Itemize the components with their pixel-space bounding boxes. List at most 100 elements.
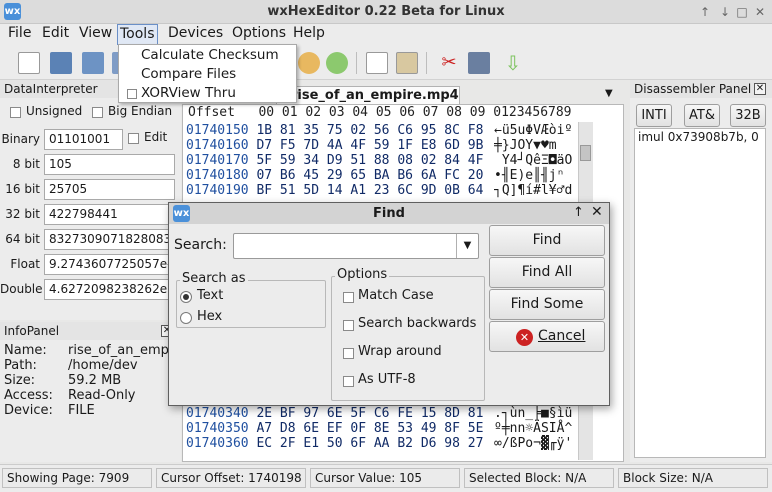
text-radio[interactable] [180, 291, 192, 303]
copy-icon[interactable] [366, 52, 388, 74]
find-button[interactable]: Find [489, 225, 605, 256]
hex-row: 01740170 5F 59 34 D9 51 88 08 02 84 4F [186, 153, 483, 168]
selected-block-status: Selected Block: N/A [464, 468, 614, 488]
cut-icon[interactable]: ✂ [438, 52, 460, 74]
name-label: Name: [4, 343, 47, 358]
toolbar-separator [426, 52, 427, 74]
menu-bar [0, 24, 772, 46]
tab-menu-icon[interactable]: ▼ [605, 88, 613, 99]
64bit-field[interactable]: 8327309071828083 [44, 229, 175, 250]
menu-view[interactable]: View [77, 24, 114, 45]
find-all-button[interactable]: Find All [489, 257, 605, 288]
hex-scrollbar-thumb[interactable] [580, 145, 591, 161]
32bit-field[interactable]: 422798441 [44, 204, 175, 225]
binary-field[interactable]: 01101001 [44, 129, 123, 150]
float-field[interactable]: 9.2743607725057e-2 [44, 254, 175, 275]
search-backwards-checkbox[interactable] [343, 320, 354, 331]
text-cell[interactable]: •╢E)e║╢jⁿ [494, 168, 576, 183]
hex-bytes[interactable]: 5F 59 34 D9 51 88 08 02 84 4F [256, 153, 483, 168]
text-cell[interactable]: Y4┘QêΞ◘äO [494, 153, 576, 168]
search-as-title: Search as [180, 271, 248, 286]
big-endian-checkbox[interactable] [92, 107, 103, 118]
text-cell[interactable]: ┐Q]¶í#l¥♂d [494, 183, 576, 198]
info-values: rise_of_an_empi /home/dev 59.2 MB Read-O… [68, 343, 176, 418]
as-utf8-checkbox[interactable] [343, 376, 354, 387]
att-button[interactable]: AT& [684, 104, 720, 127]
undo-icon[interactable] [298, 52, 320, 74]
device-value: FILE [68, 403, 95, 418]
name-value: rise_of_an_empi [68, 343, 173, 358]
hex-bytes[interactable]: EC 2F E1 50 6F AA B2 D6 98 27 [256, 436, 483, 451]
hex-offset: 01740190 [186, 183, 249, 198]
16bit-field[interactable]: 25705 [44, 179, 175, 200]
menu-edit[interactable]: Edit [40, 24, 71, 45]
hex-bytes[interactable]: D7 F5 7D 4A 4F 59 1F E8 6D 9B [256, 138, 483, 153]
text-cell[interactable]: .┐ùn_╞■§ìü [494, 406, 576, 421]
hex-radio-label: Hex [197, 309, 223, 324]
save-file-icon[interactable] [82, 52, 104, 74]
hex-bytes[interactable]: 1B 81 35 75 02 56 C6 95 8C F8 [256, 123, 483, 138]
dialog-up-icon[interactable]: ↑ [573, 205, 584, 220]
text-cell[interactable]: ∞/ßPo¬▓╓ÿ' [494, 436, 576, 451]
maximize-icon[interactable]: □ [734, 4, 750, 20]
hex-radio[interactable] [180, 312, 192, 324]
compare-files-item[interactable]: Compare Files [141, 65, 236, 84]
double-label: Double [0, 282, 43, 296]
new-file-icon[interactable] [18, 52, 40, 74]
disassembler-title: Disassembler Panel [630, 80, 772, 98]
menu-devices[interactable]: Devices [166, 24, 225, 45]
64bit-label: 64 bit [5, 232, 40, 246]
32bit-label: 32 bit [5, 207, 40, 221]
double-field[interactable]: 4.6272098238262e+1 [44, 279, 175, 300]
menu-options[interactable]: Options [230, 24, 288, 45]
edit-label: Edit [144, 130, 168, 144]
info-labels: Name: Path: Size: Access: Device: [4, 343, 64, 418]
find-dialog-title-bar: Find [169, 203, 609, 224]
find-some-bytes-button[interactable]: Find Some Bytes [489, 289, 605, 341]
edit-checkbox[interactable] [128, 133, 139, 144]
hex-row: 01740360 EC 2F E1 50 6F AA B2 D6 98 27 [186, 436, 483, 451]
wrap-around-checkbox[interactable] [343, 348, 354, 359]
hex-bytes[interactable]: BF 51 5D 14 A1 23 6C 9D 0B 64 [256, 183, 483, 198]
hex-row: 01740190 BF 51 5D 14 A1 23 6C 9D 0B 64 [186, 183, 483, 198]
unsigned-checkbox[interactable] [10, 107, 21, 118]
menu-tools[interactable]: Tools [117, 24, 158, 45]
redo-icon[interactable] [326, 52, 348, 74]
search-history-dropdown-icon[interactable]: ▼ [456, 234, 478, 258]
calculate-checksum-item[interactable]: Calculate Checksum [141, 46, 279, 65]
text-cell[interactable]: ╪}JOY▼♥m [494, 138, 576, 153]
window-up-icon[interactable]: ↑ [697, 4, 713, 20]
paste-icon[interactable] [396, 52, 418, 74]
intel-button[interactable]: INTI [636, 104, 672, 127]
text-cell[interactable]: ←ü5uΦVÆòiº [494, 123, 576, 138]
8bit-field[interactable]: 105 [44, 154, 175, 175]
menu-file[interactable]: File [6, 24, 33, 45]
hex-bytes[interactable]: 07 B6 45 29 65 BA B6 6A FC 20 [256, 168, 483, 183]
hex-bytes[interactable]: 2E BF 97 6E 5F C6 FE 15 8D 81 [256, 406, 483, 421]
search-input[interactable] [233, 233, 479, 259]
file-tab[interactable]: rise_of_an_empire.mp4 [276, 86, 460, 105]
go-down-icon[interactable]: ⇩ [502, 52, 524, 74]
disassembler-close-icon[interactable]: ✕ [754, 83, 766, 95]
device-icon[interactable] [468, 52, 490, 74]
dialog-app-icon: wx [173, 205, 190, 222]
hex-rows-top: 01740150 1B 81 35 75 02 56 C6 95 8C F8 0… [186, 123, 483, 198]
16bit-label: 16 bit [5, 182, 40, 196]
block-size-status: Block Size: N/A [618, 468, 768, 488]
xorview-checkbox[interactable] [127, 89, 137, 99]
text-cell[interactable]: º╪nn☼ÄSIÅ^ [494, 421, 576, 436]
close-window-icon[interactable]: ✕ [752, 4, 768, 20]
window-down-icon[interactable]: ↓ [717, 4, 733, 20]
disassembler-output[interactable] [634, 128, 766, 458]
open-file-icon[interactable] [50, 52, 72, 74]
dialog-close-icon[interactable]: ✕ [591, 204, 603, 220]
cancel-button[interactable]: ✕ Cancel [489, 321, 605, 352]
match-case-checkbox[interactable] [343, 292, 354, 303]
hex-offset: 01740360 [186, 436, 249, 451]
menu-help[interactable]: Help [291, 24, 327, 45]
xorview-thru-item[interactable]: XORView Thru [141, 84, 236, 103]
float-label: Float [10, 257, 40, 271]
hex-bytes[interactable]: A7 D8 6E EF 0F 8E 53 49 8F 5E [256, 421, 483, 436]
size-label: Size: [4, 373, 36, 388]
32bit-mode-button[interactable]: 32B [730, 104, 766, 127]
